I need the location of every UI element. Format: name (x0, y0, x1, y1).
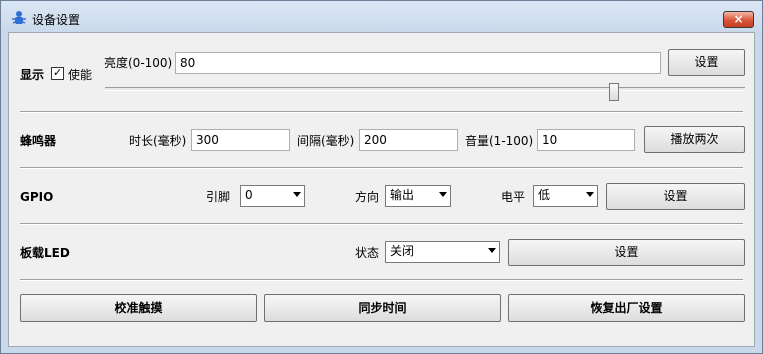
window-title: 设备设置 (32, 13, 81, 27)
chevron-down-icon (488, 248, 496, 253)
factory-reset-button[interactable]: 恢复出厂设置 (508, 294, 745, 322)
brightness-slider-track[interactable] (105, 87, 745, 91)
state-label: 状态 (355, 246, 380, 260)
client-area: 显示 ✓ 使能 亮度(0-100) 80 设置 蜂鸣器 时长(毫秒) 300 间… (8, 32, 755, 347)
check-icon: ✓ (53, 66, 63, 79)
device-settings-window: 设备设置 × 显示 ✓ 使能 亮度(0-100) 80 设置 蜂鸣器 时长(毫秒… (0, 0, 763, 354)
enable-label: 使能 (68, 68, 93, 82)
display-set-button[interactable]: 设置 (668, 49, 745, 76)
direction-select-value: 输出 (390, 188, 415, 202)
volume-label: 音量(1-100) (465, 134, 534, 148)
brightness-input[interactable]: 80 (175, 52, 661, 74)
duration-input[interactable]: 300 (191, 129, 290, 151)
volume-input[interactable]: 10 (537, 129, 635, 151)
gpio-section-label: GPIO (20, 190, 54, 204)
calibrate-touch-button[interactable]: 校准触摸 (20, 294, 257, 322)
app-icon (12, 11, 26, 24)
direction-label: 方向 (355, 190, 380, 204)
duration-label: 时长(毫秒) (129, 134, 187, 148)
separator (20, 167, 743, 169)
play-twice-button[interactable]: 播放两次 (644, 126, 745, 153)
interval-input[interactable]: 200 (359, 129, 458, 151)
enable-checkbox[interactable]: ✓ (51, 66, 64, 80)
led-state-select[interactable]: 关闭 (385, 241, 500, 263)
sync-time-button[interactable]: 同步时间 (264, 294, 501, 322)
brightness-label: 亮度(0-100) (104, 56, 173, 70)
led-section-label: 板载LED (20, 246, 70, 260)
display-section-label: 显示 (20, 68, 45, 82)
led-set-button[interactable]: 设置 (508, 239, 745, 266)
direction-select[interactable]: 输出 (385, 185, 451, 207)
interval-label: 间隔(毫秒) (297, 134, 355, 148)
pin-select[interactable]: 0 (240, 185, 305, 207)
level-select[interactable]: 低 (533, 185, 598, 207)
chevron-down-icon (586, 192, 594, 197)
separator (20, 279, 743, 281)
brightness-slider-thumb[interactable] (609, 83, 619, 101)
level-label: 电平 (501, 190, 526, 204)
gpio-set-button[interactable]: 设置 (606, 183, 745, 210)
title-bar[interactable]: 设备设置 × (1, 1, 762, 31)
chevron-down-icon (439, 192, 447, 197)
separator (20, 223, 743, 225)
pin-select-value: 0 (245, 188, 253, 202)
close-button[interactable]: × (723, 11, 754, 28)
buzzer-section-label: 蜂鸣器 (20, 134, 57, 148)
close-icon: × (733, 12, 744, 26)
pin-label: 引脚 (206, 190, 231, 204)
led-state-select-value: 关闭 (390, 244, 415, 258)
level-select-value: 低 (538, 188, 551, 202)
separator (20, 111, 743, 113)
chevron-down-icon (293, 192, 301, 197)
